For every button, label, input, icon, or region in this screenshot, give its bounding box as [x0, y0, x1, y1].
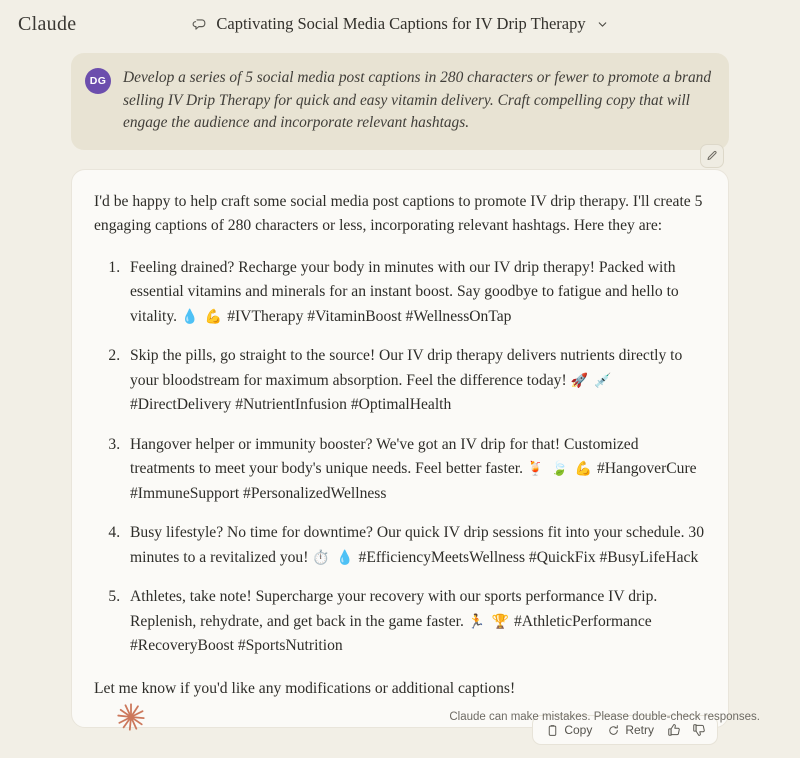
chat-title[interactable]: Captivating Social Media Captions for IV… [216, 14, 585, 34]
app-header: Claude Captivating Social Media Captions… [0, 0, 800, 48]
avatar: DG [85, 68, 111, 94]
list-item: Athletes, take note! Supercharge your re… [124, 585, 706, 659]
caption-emojis: 🏃 🏆 [467, 613, 511, 630]
caption-emojis: 💧 💪 [180, 308, 224, 325]
header-chat-title-group: Captivating Social Media Captions for IV… [0, 14, 800, 34]
list-item: Hangover helper or immunity booster? We'… [124, 433, 706, 507]
edit-message-button[interactable] [700, 143, 724, 168]
caption-hashtags: #DirectDelivery #NutrientInfusion #Optim… [130, 396, 452, 413]
app-footer: Claude can make mistakes. Please double-… [0, 692, 800, 742]
caption-emojis: 🍹 🍃 💪 [526, 461, 594, 477]
conversation-container: DG Develop a series of 5 social media po… [71, 53, 729, 745]
caption-list: Feeling drained? Recharge your body in m… [94, 256, 706, 659]
caption-emojis: ⏱️ 💧 [312, 549, 355, 566]
assistant-intro-text: I'd be happy to help craft some social m… [94, 192, 703, 235]
caption-hashtags: #EfficiencyMeetsWellness #QuickFix #Busy… [354, 548, 699, 566]
list-item: Busy lifestyle? No time for downtime? Ou… [124, 521, 706, 570]
pencil-icon [707, 150, 717, 160]
user-message-row: DG Develop a series of 5 social media po… [71, 53, 729, 168]
assistant-message-card: I'd be happy to help craft some social m… [71, 168, 729, 745]
user-message-bubble: DG Develop a series of 5 social media po… [71, 53, 729, 150]
list-item: Feeling drained? Recharge your body in m… [124, 256, 706, 330]
caption-emojis: 🚀 💉 [570, 372, 613, 389]
chat-bubble-icon [191, 16, 208, 33]
user-message-text: Develop a series of 5 social media post … [123, 69, 712, 131]
chevron-down-icon[interactable] [596, 18, 609, 31]
claude-starburst-icon [114, 700, 148, 734]
list-item: Skip the pills, go straight to the sourc… [124, 344, 706, 418]
claude-wordmark: Claude [18, 12, 77, 35]
disclaimer-text: Claude can make mistakes. Please double-… [449, 711, 760, 723]
caption-hashtags: #IVTherapy #VitaminBoost #WellnessOnTap [223, 307, 512, 325]
